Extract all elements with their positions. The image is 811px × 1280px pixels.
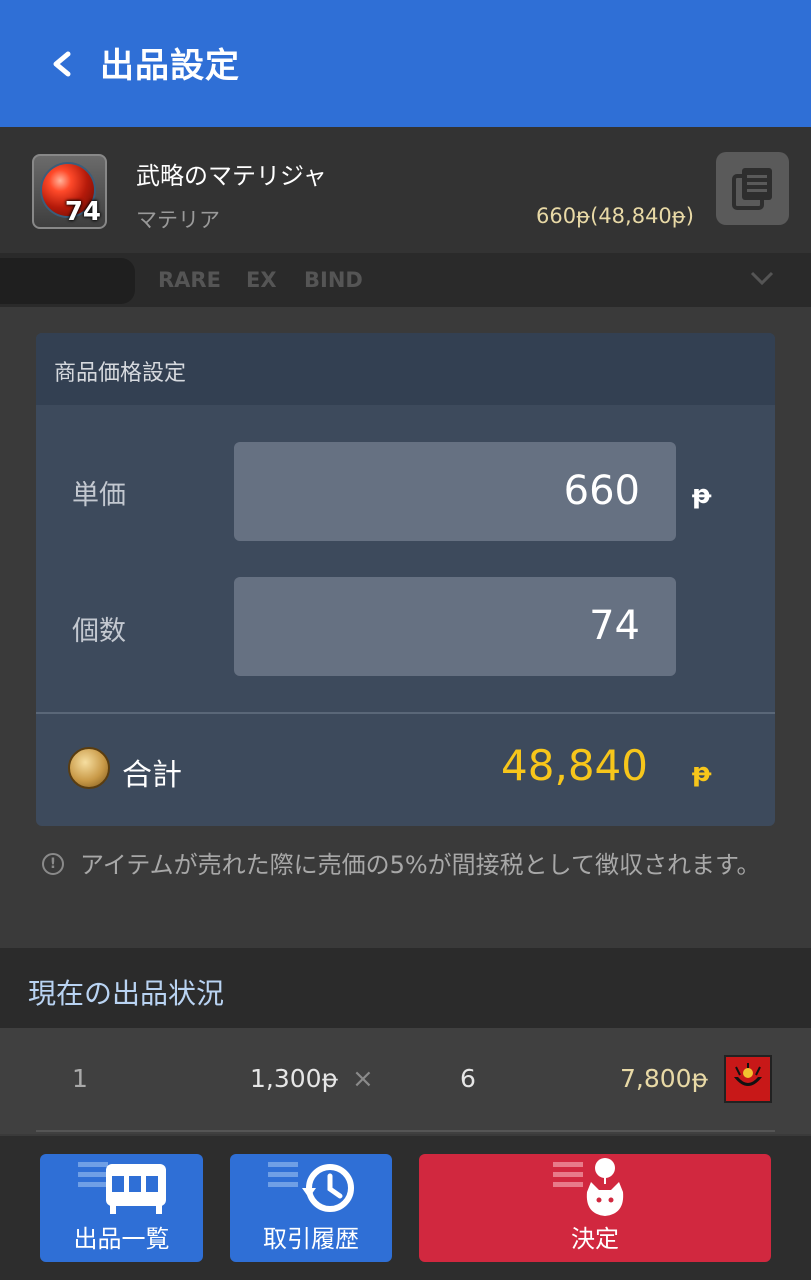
confirm-button[interactable]: 決定 bbox=[419, 1154, 771, 1262]
tag-ex: EX bbox=[246, 268, 277, 292]
quantity-input[interactable]: 74 bbox=[234, 577, 676, 676]
total-value: 48,840 bbox=[501, 741, 648, 790]
unit-price-label: 単価 bbox=[72, 480, 126, 511]
multiply-icon: × bbox=[352, 1064, 374, 1094]
document-icon bbox=[732, 168, 772, 210]
row-divider bbox=[36, 1130, 775, 1132]
panel-header: 商品価格設定 bbox=[36, 333, 775, 405]
history-button-label: 取引履歴 bbox=[263, 1225, 359, 1253]
item-name: 武略のマテリジャ bbox=[136, 162, 327, 190]
row-price: 1,300ᵽ bbox=[250, 1064, 339, 1093]
history-icon bbox=[268, 1162, 354, 1212]
listings-button[interactable]: 出品一覧 bbox=[40, 1154, 203, 1262]
chevron-down-icon bbox=[750, 271, 774, 286]
item-category: マテリア bbox=[136, 208, 220, 232]
tag-rare: RARE bbox=[158, 268, 221, 292]
retainer-flag-icon bbox=[724, 1055, 772, 1103]
gil-coin-icon bbox=[68, 747, 110, 789]
back-button[interactable] bbox=[44, 40, 84, 88]
panel-divider bbox=[36, 712, 775, 714]
section-title: 現在の出品状況 bbox=[28, 977, 225, 1010]
row-total: 7,800ᵽ bbox=[620, 1064, 709, 1093]
page-title: 出品設定 bbox=[100, 46, 240, 86]
expand-button[interactable] bbox=[748, 264, 776, 292]
info-icon: ! bbox=[42, 853, 64, 875]
tag-pill bbox=[0, 258, 135, 304]
row-quantity: 6 bbox=[460, 1064, 476, 1093]
item-summary bbox=[0, 127, 811, 253]
total-currency: ᵽ bbox=[692, 758, 712, 788]
tax-notice: アイテムが売れた際に売価の5%が間接税として徴収されます。 bbox=[80, 851, 761, 879]
item-detail-button[interactable] bbox=[716, 152, 789, 225]
panel-title: 商品価格設定 bbox=[54, 361, 187, 386]
total-label: 合計 bbox=[122, 758, 182, 793]
quantity-label: 個数 bbox=[72, 616, 126, 647]
item-quantity-badge: 74 bbox=[64, 197, 101, 227]
unit-price-currency: ᵽ bbox=[692, 480, 712, 510]
tag-bind: BIND bbox=[304, 268, 363, 292]
confirm-button-label: 決定 bbox=[571, 1225, 619, 1253]
storefront-icon bbox=[78, 1162, 166, 1214]
chevron-left-icon bbox=[53, 51, 71, 77]
moogle-icon bbox=[553, 1158, 624, 1216]
unit-price-input[interactable]: 660 bbox=[234, 442, 676, 541]
materia-icon: 74 bbox=[32, 154, 107, 229]
history-button[interactable]: 取引履歴 bbox=[230, 1154, 392, 1262]
row-index: 1 bbox=[72, 1064, 88, 1093]
listings-button-label: 出品一覧 bbox=[73, 1225, 170, 1253]
price-settings-panel: 商品価格設定 単価 660 ᵽ 個数 74 合計 48,840 ᵽ bbox=[36, 333, 775, 826]
item-price: 660ᵽ(48,840ᵽ) bbox=[536, 204, 694, 228]
